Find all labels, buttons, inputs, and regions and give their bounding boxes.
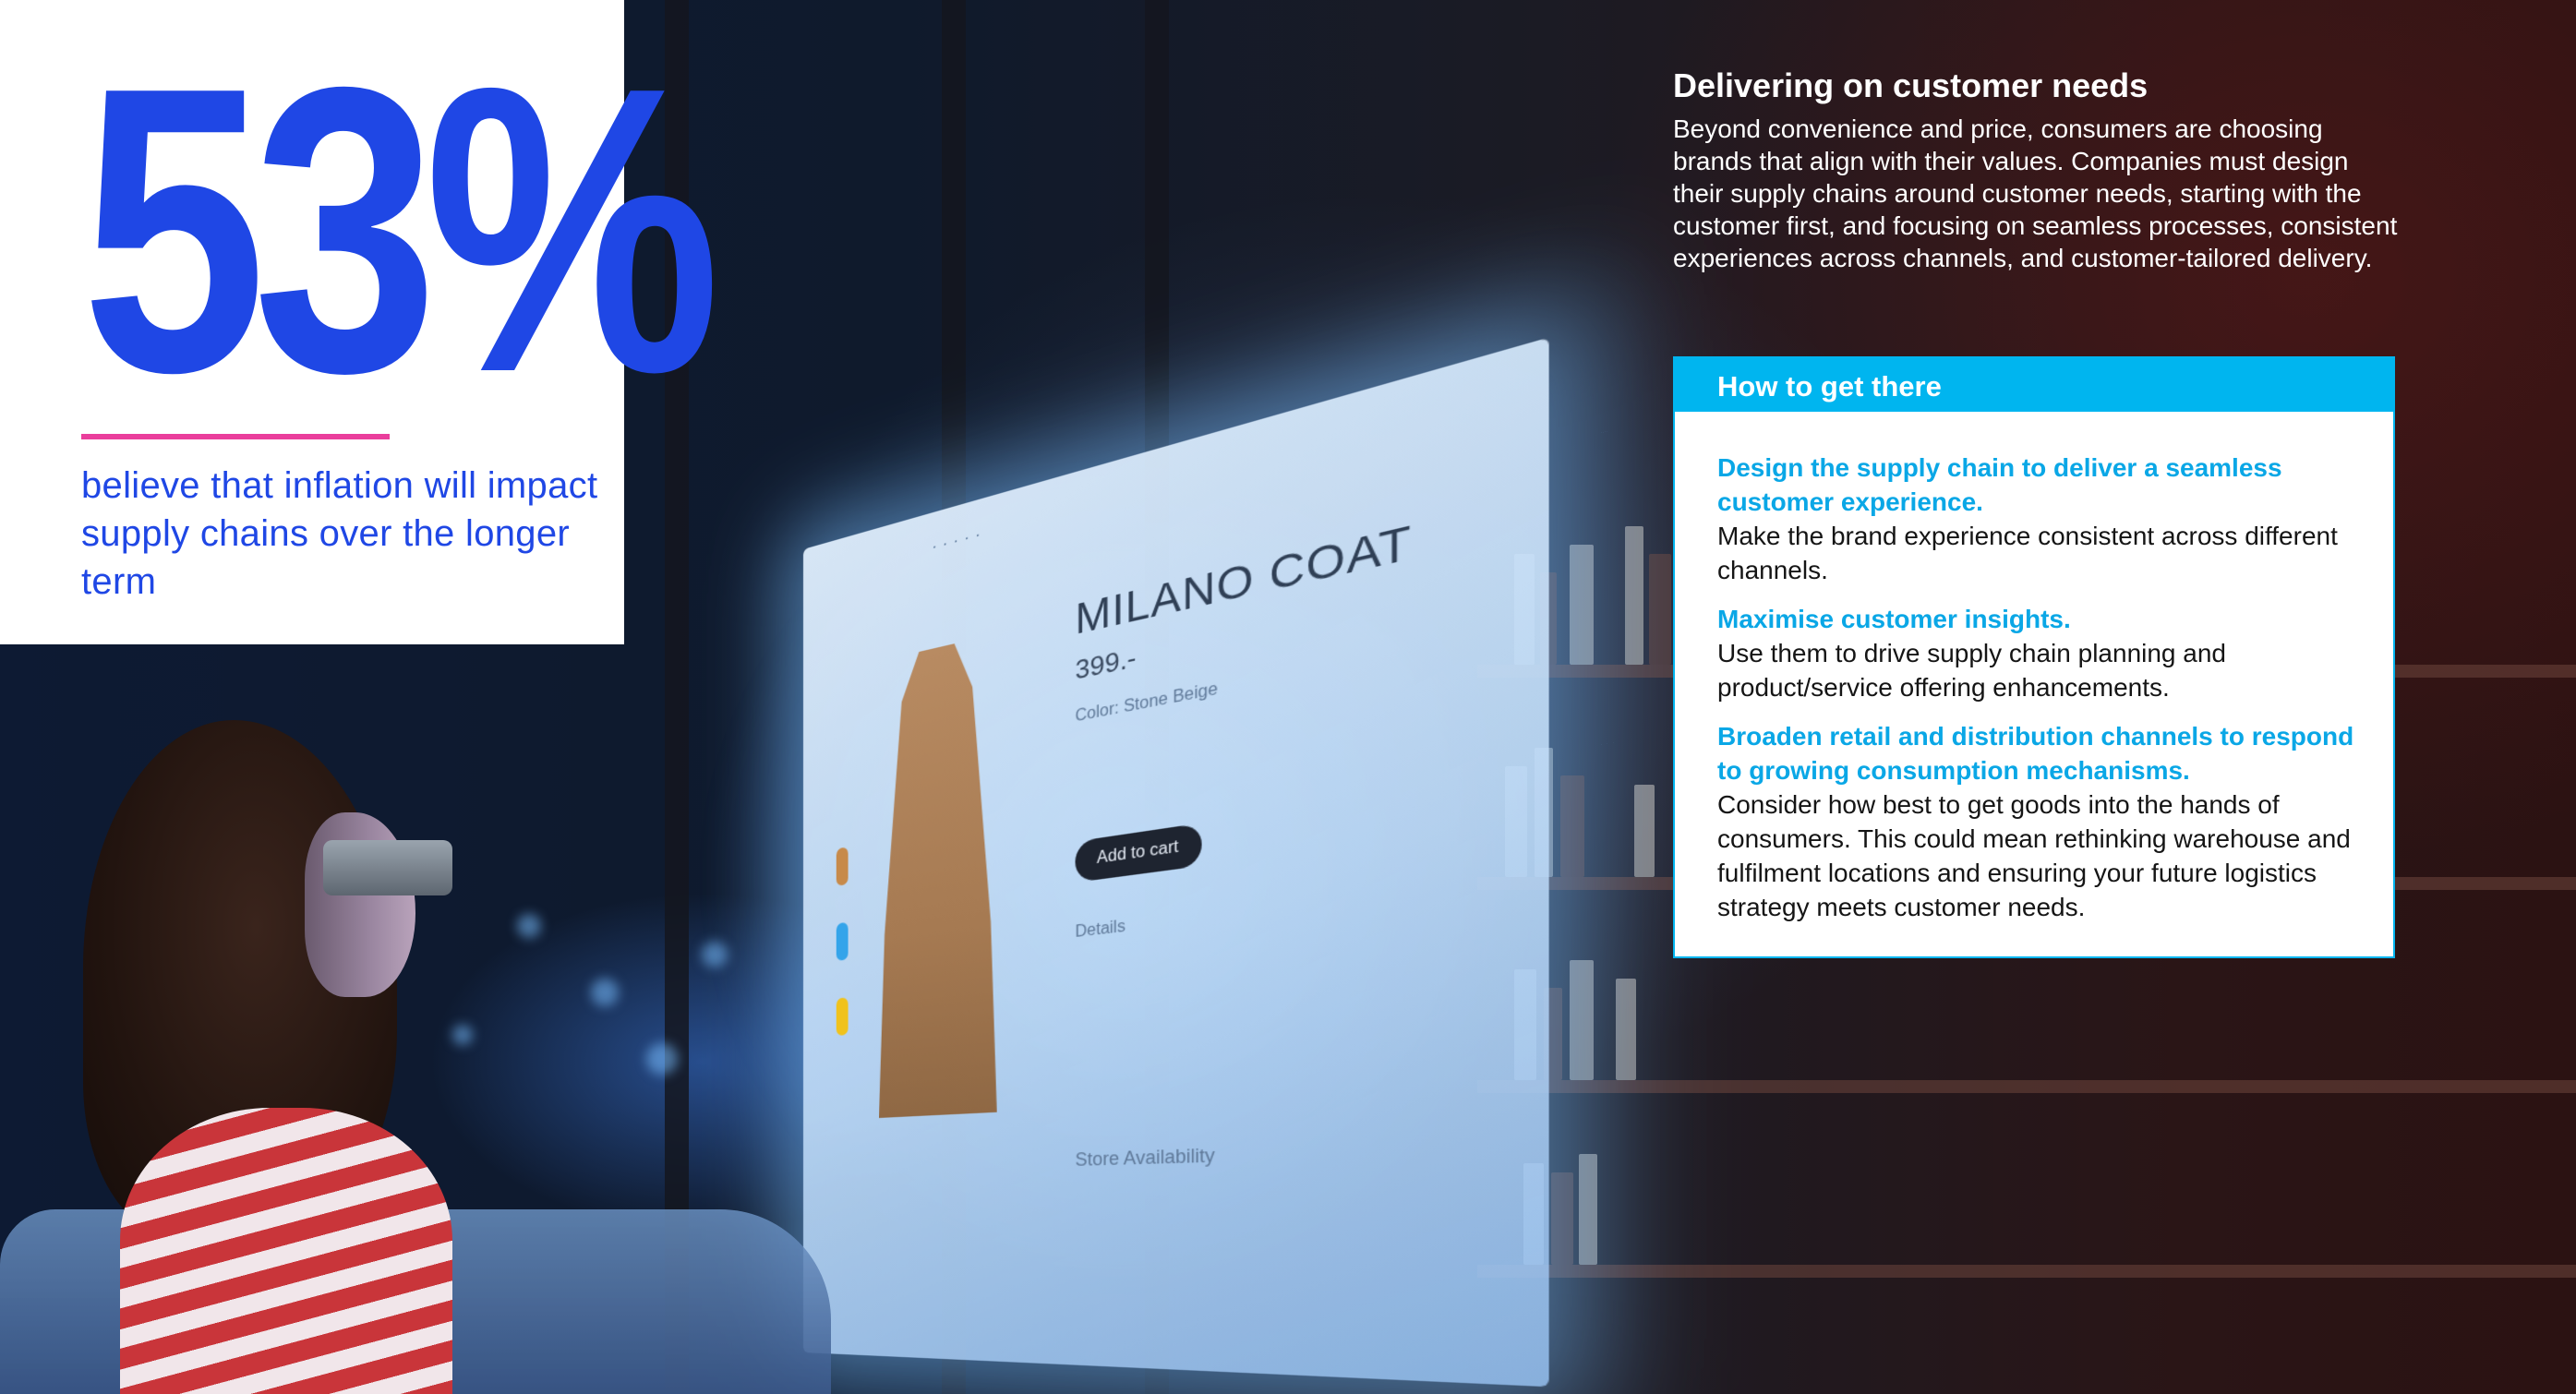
color-swatch [836, 847, 849, 886]
add-to-cart-button: Add to cart [1075, 823, 1202, 883]
city-light [517, 914, 541, 938]
list-item-text: Consider how best to get goods into the … [1717, 790, 2351, 921]
color-swatch [836, 997, 849, 1037]
stat-value: 53% [81, 4, 721, 457]
list-item: Maximise customer insights. Use them to … [1717, 602, 2364, 704]
callout-title: How to get there [1717, 370, 1942, 403]
book [1616, 979, 1636, 1080]
stat-divider [81, 434, 390, 439]
callout-list: Design the supply chain to deliver a sea… [1717, 451, 2364, 939]
book [1649, 554, 1671, 665]
book [1551, 1172, 1573, 1265]
vr-headset [323, 840, 452, 895]
list-item-heading: Design the supply chain to deliver a sea… [1717, 453, 2282, 516]
how-to-get-there-callout: How to get there Design the supply chain… [1673, 356, 2395, 958]
list-item: Broaden retail and distribution channels… [1717, 719, 2364, 924]
product-details-label: Details [1075, 918, 1125, 942]
color-swatch [836, 921, 849, 961]
list-item-text: Make the brand experience consistent acr… [1717, 522, 2338, 584]
coat-image [879, 634, 997, 1118]
book [1560, 775, 1584, 877]
list-item-text: Use them to drive supply chain planning … [1717, 639, 2227, 702]
list-item-heading: Maximise customer insights. [1717, 605, 2071, 633]
section-heading: Delivering on customer needs [1673, 66, 2149, 104]
hologram-product-page: · · · · · MILANO COAT 399.- Color: Stone… [803, 337, 1549, 1388]
book [1570, 545, 1594, 665]
woman-striped-shirt [120, 1108, 452, 1394]
callout-header: How to get there [1675, 358, 2393, 412]
store-availability-label: Store Availability [1075, 1145, 1215, 1171]
book [1625, 526, 1643, 665]
book [1634, 785, 1655, 877]
city-light [646, 1043, 678, 1075]
city-light [591, 979, 619, 1006]
book [1579, 1154, 1597, 1265]
bookshelf-plank [1477, 1080, 2576, 1093]
book [1570, 960, 1594, 1080]
stat-caption: believe that inflation will impact suppl… [81, 465, 598, 602]
product-color: Color: Stone Beige [1075, 679, 1218, 726]
stat-panel: 53% believe that inflation will impact s… [0, 0, 721, 644]
hologram-nav-bar: · · · · · [932, 526, 981, 557]
product-name: MILANO COAT [1075, 514, 1413, 643]
list-item-heading: Broaden retail and distribution channels… [1717, 722, 2354, 785]
list-item: Design the supply chain to deliver a sea… [1717, 451, 2364, 587]
section-body: Beyond convenience and price, consumers … [1673, 114, 2398, 272]
product-price: 399.- [1075, 641, 1137, 686]
bookshelf-plank [1477, 1265, 2576, 1278]
city-light [452, 1025, 473, 1045]
